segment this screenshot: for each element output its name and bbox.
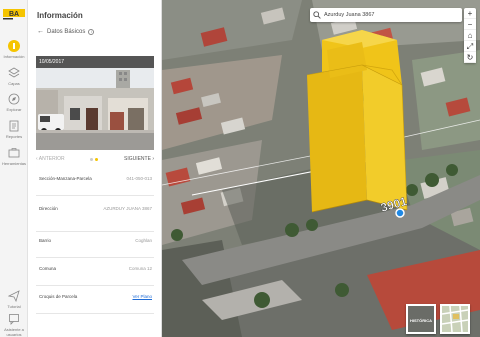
fullscreen-button[interactable]: ⤢: [464, 41, 476, 52]
info-icon: [8, 40, 20, 52]
basemap-thumb-streets[interactable]: [440, 304, 470, 334]
street-map-thumbnail: [441, 305, 469, 333]
row-label: Croquis de Parcela: [39, 294, 78, 299]
svg-text:BA: BA: [9, 11, 19, 18]
section-header[interactable]: ← Datos Básicos i: [37, 28, 95, 35]
ba-logo[interactable]: BA: [3, 9, 25, 20]
back-arrow-icon[interactable]: ←: [37, 28, 44, 35]
map-controls: + − ⌂ ⤢ ↻: [464, 8, 476, 63]
panel-title: Información: [37, 11, 83, 20]
photo-dots: [90, 158, 98, 161]
tools-icon: [8, 148, 20, 158]
chat-icon: [9, 314, 19, 325]
row-barrio: Barrio Coghlan: [36, 232, 154, 258]
row-value: 041-050-013: [126, 176, 152, 181]
report-icon: [9, 120, 19, 132]
section-title: Datos Básicos: [47, 28, 86, 35]
zoom-in-button[interactable]: +: [464, 8, 476, 19]
photo-date: 10/05/2017: [36, 56, 154, 68]
rail-item-asistente[interactable]: Asistente a usuarios: [0, 313, 28, 337]
row-seccion-manzana-parcela: Sección-Manzana-Parcela 041-050-013: [36, 170, 154, 196]
row-label: Comuna: [39, 266, 57, 271]
zoom-out-button[interactable]: −: [464, 19, 476, 30]
row-label: Barrio: [39, 238, 52, 243]
left-rail: BA Información Capas Explorar Reportes H…: [0, 0, 28, 337]
map-search-input[interactable]: Azurduy Juana 3867: [310, 8, 462, 22]
paper-plane-icon: [8, 290, 20, 302]
ver-plano-link[interactable]: Ver Plano: [132, 294, 152, 300]
info-circle-icon[interactable]: i: [88, 28, 95, 35]
row-croquis: Croquis de Parcela Ver Plano: [36, 288, 154, 314]
info-panel: Información ← Datos Básicos i 10/05/2017: [28, 0, 162, 337]
row-value: AZURDUY JUANA 3867: [103, 206, 152, 211]
photo-dot-active[interactable]: [95, 158, 98, 161]
prev-photo-button[interactable]: ‹ ANTERIOR: [36, 156, 65, 162]
rail-item-tutorial[interactable]: Tutorial: [0, 290, 28, 309]
search-icon: [313, 11, 321, 19]
compass-icon: [8, 93, 20, 105]
home-button[interactable]: ⌂: [464, 30, 476, 41]
rotate-button[interactable]: ↻: [464, 52, 476, 63]
building-3d-extrusion[interactable]: [306, 30, 408, 213]
layers-icon: [8, 67, 20, 78]
row-label: Sección-Manzana-Parcela: [39, 176, 92, 181]
street-photo: [36, 68, 154, 150]
rail-item-explorar[interactable]: Explorar: [0, 93, 28, 112]
row-comuna: Comuna Comuna 12: [36, 260, 154, 286]
next-photo-button[interactable]: SIGUIENTE ›: [124, 156, 154, 162]
photo-navigation: ‹ ANTERIOR SIGUIENTE ›: [36, 155, 154, 165]
photo-dot[interactable]: [90, 158, 93, 161]
rail-item-herramientas[interactable]: Herramientas: [0, 147, 28, 166]
row-direccion: Dirección AZURDUY JUANA 3867: [36, 200, 154, 232]
rail-item-reportes[interactable]: Reportes: [0, 120, 28, 139]
rail-item-informacion[interactable]: Información: [0, 40, 28, 59]
aerial-imagery[interactable]: 3901: [162, 0, 480, 337]
basemap-thumb-historica[interactable]: HISTÓRICA: [406, 304, 436, 334]
row-label: Dirección: [39, 206, 58, 211]
map-view[interactable]: 3901: [162, 0, 480, 337]
rail-item-capas[interactable]: Capas: [0, 67, 28, 86]
row-value: Comuna 12: [128, 266, 152, 271]
location-marker-icon[interactable]: [395, 208, 405, 218]
row-value: Coghlan: [135, 238, 152, 243]
